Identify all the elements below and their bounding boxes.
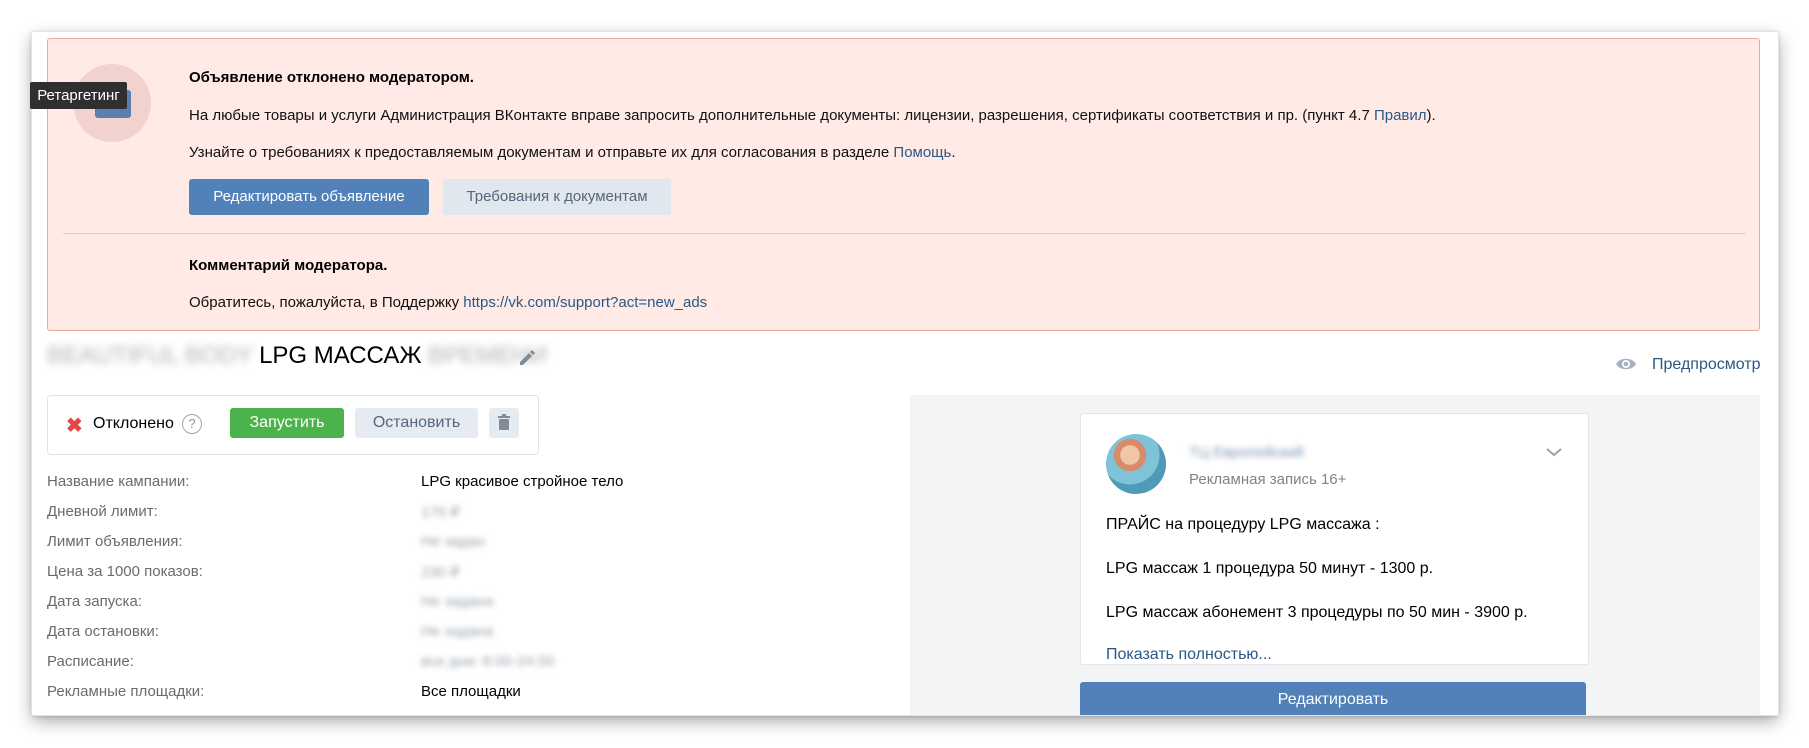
avatar[interactable]	[1106, 434, 1166, 494]
info-label: Рекламные площадки:	[47, 683, 205, 700]
alert-line2-tail: .	[951, 144, 956, 161]
ad-title: BEAUTIFUL BODY LPG МАССАЖ ВРЕМЕНИ	[47, 342, 547, 370]
status-card: ✖ Отклонено ? Запустить Остановить	[47, 395, 539, 455]
document-requirements-button[interactable]: Требования к документам	[443, 179, 671, 215]
alert-line2-text: Узнайте о требованиях к предоставляемым …	[189, 144, 894, 161]
info-label: Цена за 1000 показов:	[47, 563, 203, 580]
help-link[interactable]: Помощь	[893, 144, 951, 161]
launch-button[interactable]: Запустить	[230, 408, 344, 438]
status-text: Отклонено	[93, 415, 174, 432]
x-icon: ✖	[66, 415, 83, 437]
info-value: Не задана	[421, 623, 494, 640]
preview-panel: ТЦ Европейский Рекламная запись 16+ ПРАЙ…	[910, 395, 1760, 715]
info-label: Дата остановки:	[47, 623, 159, 640]
alert-documents-text: На любые товары и услуги Администрация В…	[189, 107, 1436, 124]
edit-post-button[interactable]: Редактировать	[1080, 682, 1586, 715]
eye-icon	[1616, 358, 1636, 370]
info-value: LPG красивое стройное тело	[421, 473, 624, 490]
rules-link[interactable]: Правил	[1374, 107, 1427, 124]
support-link[interactable]: https://vk.com/support?act=new_ads	[463, 294, 707, 311]
post-subtitle: Рекламная запись 16+	[1189, 471, 1347, 488]
alert-divider	[63, 233, 1746, 234]
retargeting-tooltip: Ретаргетинг	[30, 82, 127, 109]
moderator-comment-title: Комментарий модератора.	[189, 257, 388, 274]
moderator-comment-body: Обратитесь, пожалуйста, в Поддержку	[189, 294, 464, 311]
show-more-link[interactable]: Показать полностью...	[1106, 646, 1272, 664]
post-text-line: ПРАЙС на процедуру LPG массажа :	[1106, 516, 1380, 533]
info-value: 170 ₽	[421, 504, 460, 521]
info-value: Все площадки	[421, 683, 521, 700]
post-card: ТЦ Европейский Рекламная запись 16+ ПРАЙ…	[1080, 413, 1589, 665]
info-label: Название кампании:	[47, 473, 190, 490]
info-label: Расписание:	[47, 653, 134, 670]
chevron-down-icon[interactable]	[1545, 446, 1563, 458]
rejection-alert: Объявление отклонено модератором. На люб…	[47, 38, 1760, 331]
stop-button[interactable]: Остановить	[355, 408, 478, 438]
alert-title: Объявление отклонено модератором.	[189, 69, 474, 86]
preview-link[interactable]: Предпросмотр	[1652, 356, 1761, 374]
trash-icon[interactable]	[489, 408, 519, 438]
help-icon[interactable]: ?	[182, 414, 202, 434]
alert-help-text: Узнайте о требованиях к предоставляемым …	[189, 144, 956, 161]
alert-line1-tail: ).	[1426, 107, 1436, 124]
post-text-line: LPG массаж 1 процедура 50 минут - 1300 р…	[1106, 560, 1434, 577]
info-value: все дни: 8:00-24:00	[421, 653, 555, 670]
info-value: 230 ₽	[421, 564, 460, 581]
trash-glyph	[498, 414, 510, 430]
post-text-line: LPG массаж абонемент 3 процедуры по 50 м…	[1106, 604, 1528, 621]
info-value: Не задан	[421, 533, 485, 550]
edit-ad-button[interactable]: Редактировать объявление	[189, 179, 429, 215]
ad-window: Объявление отклонено модератором. На люб…	[32, 32, 1778, 715]
pencil-icon[interactable]	[516, 346, 538, 368]
alert-line1-text: На любые товары и услуги Администрация В…	[189, 107, 1374, 124]
info-label: Дата запуска:	[47, 593, 142, 610]
ad-title-main: LPG МАССАЖ	[259, 342, 422, 369]
info-label: Дневной лимит:	[47, 503, 158, 520]
post-author[interactable]: ТЦ Европейский	[1189, 444, 1304, 461]
info-label: Лимит объявления:	[47, 533, 183, 550]
info-value: Не задана	[421, 593, 494, 610]
moderator-comment-text: Обратитесь, пожалуйста, в Поддержку http…	[189, 294, 707, 311]
ad-title-prefix: BEAUTIFUL BODY	[47, 342, 253, 369]
